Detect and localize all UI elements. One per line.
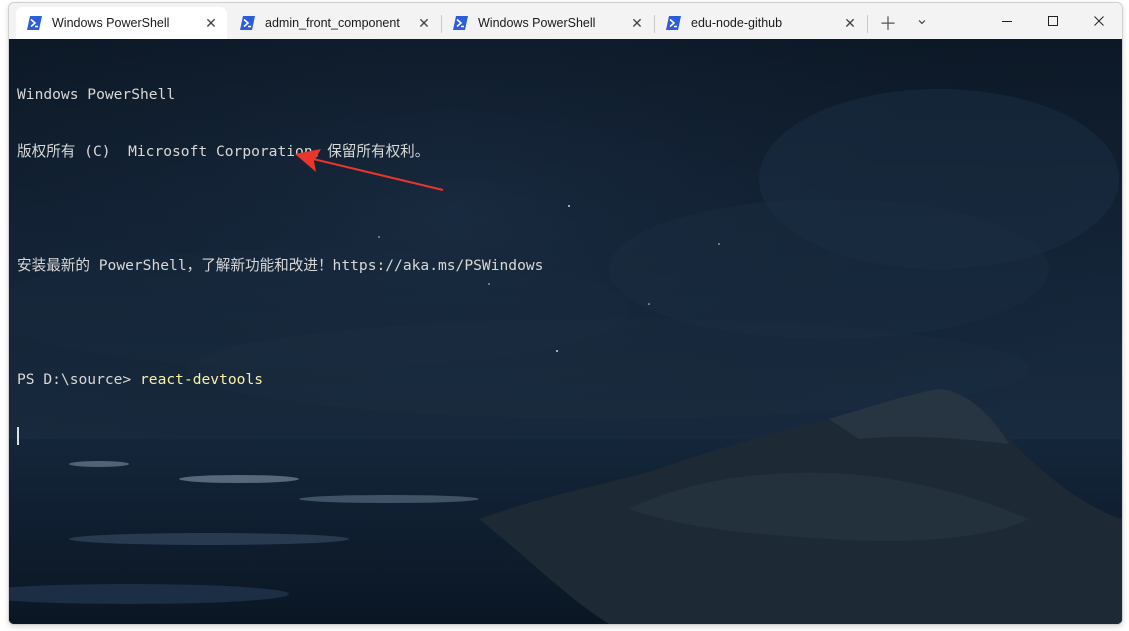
close-window-button[interactable] [1076,3,1122,39]
close-icon[interactable]: ✕ [629,15,645,31]
banner-title: Windows PowerShell [17,86,176,103]
cursor-line [17,427,543,446]
powershell-icon [27,16,42,30]
powershell-icon [240,16,255,30]
powershell-icon [666,16,681,30]
close-icon[interactable]: ✕ [842,15,858,31]
terminal-window: Windows PowerShell ✕ admin_front_compone… [8,2,1123,625]
prompt: PS D:\source> [17,371,141,388]
terminal-pane[interactable]: Windows PowerShell 版权所有 (C) Microsoft Co… [9,39,1122,624]
maximize-icon [1048,16,1058,26]
close-icon[interactable]: ✕ [416,15,432,31]
close-icon[interactable]: ✕ [203,15,219,31]
tab-divider [867,15,868,33]
powershell-icon [453,16,468,30]
minimize-button[interactable] [984,3,1030,39]
text-cursor [17,427,19,445]
tab-windows-powershell-2[interactable]: Windows PowerShell ✕ [442,7,653,39]
tab-label: Windows PowerShell [52,16,170,30]
minimize-icon [1002,21,1012,22]
new-tab-button[interactable]: ＋ [873,7,903,39]
title-bar[interactable]: Windows PowerShell ✕ admin_front_compone… [9,3,1122,39]
banner-update-notice: 安装最新的 PowerShell，了解新功能和改进！https://aka.ms… [17,257,544,274]
command-text: react-devtools [140,371,264,388]
banner-copyright: 版权所有 (C) Microsoft Corporation。保留所有权利。 [17,143,430,160]
tab-label: edu-node-github [691,16,783,30]
tab-label: admin_front_component [265,16,400,30]
prompt-line: PS D:\source> react-devtools [17,370,543,389]
close-icon [1094,16,1104,26]
terminal-output[interactable]: Windows PowerShell 版权所有 (C) Microsoft Co… [17,47,543,484]
tab-windows-powershell-1[interactable]: Windows PowerShell ✕ [16,7,227,39]
tab-admin-front-component[interactable]: admin_front_component ✕ [229,7,440,39]
dropdown-button[interactable]: ⌄ [907,7,937,39]
tab-label: Windows PowerShell [478,16,596,30]
maximize-button[interactable] [1030,3,1076,39]
tab-edu-node-github[interactable]: edu-node-github ✕ [655,7,866,39]
